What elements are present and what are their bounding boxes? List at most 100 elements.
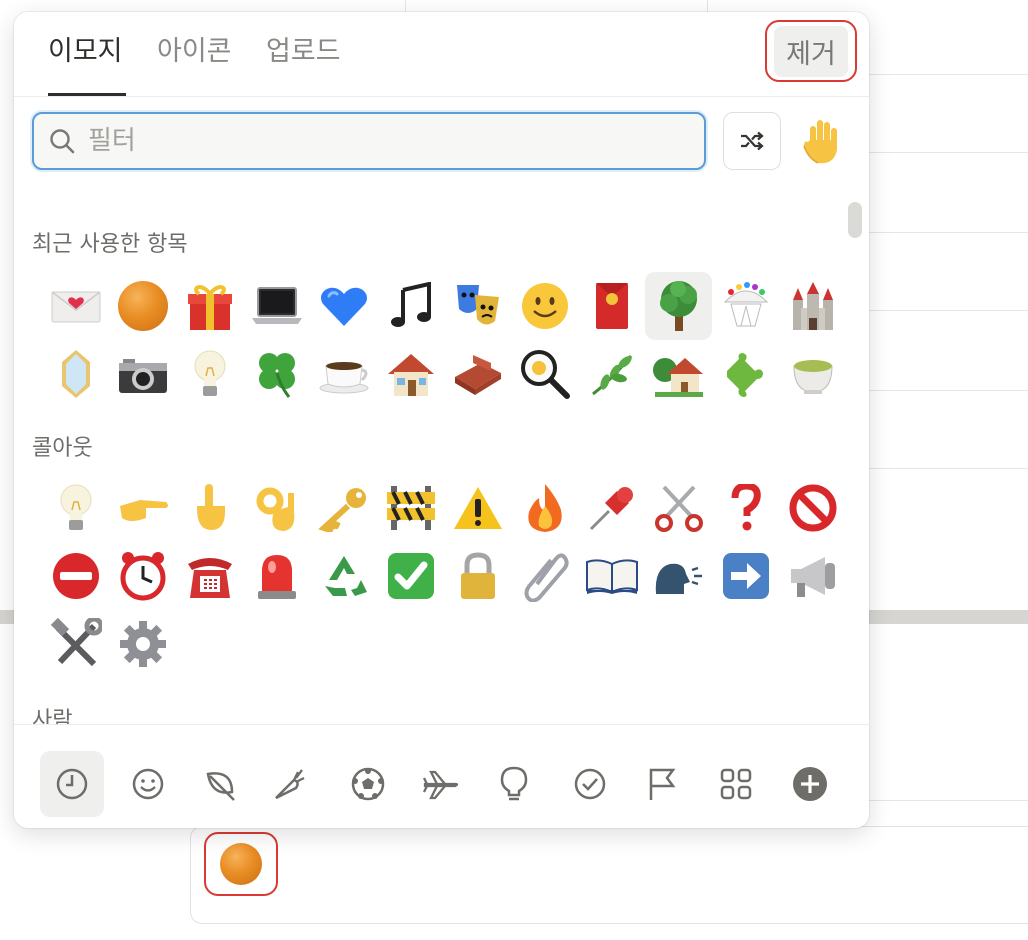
bg-card	[190, 826, 1028, 924]
bg-column-line	[707, 0, 708, 12]
four-leaf-clover-emoji[interactable]	[243, 340, 310, 408]
remove-button[interactable]: 제거	[765, 20, 857, 82]
scissors-emoji[interactable]	[645, 474, 712, 542]
locked-emoji[interactable]	[444, 542, 511, 610]
musical-notes-emoji[interactable]	[377, 272, 444, 340]
category-symbols[interactable]	[558, 751, 622, 817]
tab-icon[interactable]: 아이콘	[157, 32, 232, 72]
picker-tabs: 이모지 아이콘 업로드 제거	[14, 12, 869, 97]
flag-icon	[649, 768, 676, 800]
active-tab-indicator	[48, 93, 126, 96]
remove-label: 제거	[774, 25, 848, 77]
check-circle-icon	[574, 768, 606, 800]
recent-icon	[56, 768, 88, 800]
backhand-index-pointing-right-emoji[interactable]	[109, 474, 176, 542]
key-emoji[interactable]	[310, 474, 377, 542]
smiling-face-emoji[interactable]	[511, 272, 578, 340]
hammer-and-wrench-emoji[interactable]	[42, 610, 109, 678]
category-food[interactable]	[258, 751, 322, 817]
mirror-emoji[interactable]	[42, 340, 109, 408]
carrot-icon	[275, 769, 305, 800]
question-mark-emoji[interactable]	[712, 474, 779, 542]
tab-emoji[interactable]: 이모지	[48, 32, 123, 72]
bg-row-line	[869, 800, 1028, 801]
house-emoji[interactable]	[377, 340, 444, 408]
herb-emoji[interactable]	[578, 340, 645, 408]
category-activity[interactable]	[336, 751, 400, 817]
construction-emoji[interactable]	[377, 474, 444, 542]
loudspeaker-emoji[interactable]	[779, 542, 846, 610]
airplane-icon	[422, 770, 459, 800]
light-bulb-emoji[interactable]	[176, 340, 243, 408]
category-bar	[14, 724, 869, 828]
category-smileys[interactable]	[116, 751, 180, 817]
speaking-head-emoji[interactable]	[645, 542, 712, 610]
bg-column-line	[405, 0, 406, 12]
fire-emoji[interactable]	[511, 474, 578, 542]
light-bulb-emoji[interactable]	[42, 474, 109, 542]
ok-hand-emoji[interactable]	[243, 474, 310, 542]
bg-row-line	[869, 152, 1028, 153]
bg-row-line	[869, 310, 1028, 311]
red-envelope-emoji[interactable]	[578, 272, 645, 340]
performing-arts-emoji[interactable]	[444, 272, 511, 340]
gear-emoji[interactable]	[109, 610, 176, 678]
gift-emoji[interactable]	[176, 272, 243, 340]
recent-emoji-grid	[42, 272, 846, 408]
prohibited-emoji[interactable]	[779, 474, 846, 542]
hot-beverage-emoji[interactable]	[310, 340, 377, 408]
filter-input[interactable]	[86, 125, 670, 157]
bg-row-line	[869, 232, 1028, 233]
police-light-emoji[interactable]	[243, 542, 310, 610]
category-flags[interactable]	[630, 751, 694, 817]
house-with-garden-emoji[interactable]	[645, 340, 712, 408]
tab-upload[interactable]: 업로드	[266, 32, 341, 72]
orange-circle-emoji[interactable]	[109, 272, 176, 340]
shuffle-icon	[741, 131, 764, 151]
shuffle-button[interactable]	[723, 112, 781, 170]
bricks-emoji[interactable]	[444, 340, 511, 408]
warning-emoji[interactable]	[444, 474, 511, 542]
category-travel[interactable]	[408, 751, 472, 817]
check-mark-button-emoji[interactable]	[377, 542, 444, 610]
puzzle-piece-emoji[interactable]	[712, 340, 779, 408]
paperclip-emoji[interactable]	[511, 542, 578, 610]
no-entry-emoji[interactable]	[42, 542, 109, 610]
filter-search-box[interactable]	[32, 112, 706, 170]
bg-row-line	[869, 468, 1028, 469]
laptop-emoji[interactable]	[243, 272, 310, 340]
pushpin-emoji[interactable]	[578, 474, 645, 542]
emoji-picker-popover: 이모지 아이콘 업로드 제거 최근 사용	[14, 12, 869, 828]
teacup-emoji[interactable]	[779, 340, 846, 408]
category-custom[interactable]	[704, 751, 768, 817]
category-objects[interactable]	[482, 751, 546, 817]
love-letter-emoji[interactable]	[42, 272, 109, 340]
castle-emoji[interactable]	[779, 272, 846, 340]
bg-row-line	[869, 390, 1028, 391]
blue-heart-emoji[interactable]	[310, 272, 377, 340]
category-recent[interactable]	[40, 751, 104, 817]
scrollbar-thumb[interactable]	[848, 202, 862, 238]
deciduous-tree-emoji[interactable]	[645, 272, 712, 340]
alarm-clock-emoji[interactable]	[109, 542, 176, 610]
orange-circle-icon	[220, 843, 262, 885]
bulb-icon	[500, 766, 528, 801]
open-book-emoji[interactable]	[578, 542, 645, 610]
recycling-symbol-emoji[interactable]	[310, 542, 377, 610]
bg-row-line	[869, 74, 1028, 75]
leaf-icon	[206, 772, 235, 801]
index-pointing-up-emoji[interactable]	[176, 474, 243, 542]
category-add-custom[interactable]	[778, 751, 842, 817]
skin-tone-button[interactable]	[794, 114, 850, 170]
telephone-emoji[interactable]	[176, 542, 243, 610]
callout-emoji-grid	[42, 474, 846, 678]
page-icon-button[interactable]	[204, 832, 278, 896]
section-title-callout: 콜아웃	[32, 436, 93, 461]
soccer-icon	[351, 767, 385, 801]
camera-emoji[interactable]	[109, 340, 176, 408]
magnifying-glass-emoji[interactable]	[511, 340, 578, 408]
right-arrow-emoji[interactable]	[712, 542, 779, 610]
search-icon	[50, 129, 75, 154]
category-nature[interactable]	[188, 751, 252, 817]
circus-tent-emoji[interactable]	[712, 272, 779, 340]
